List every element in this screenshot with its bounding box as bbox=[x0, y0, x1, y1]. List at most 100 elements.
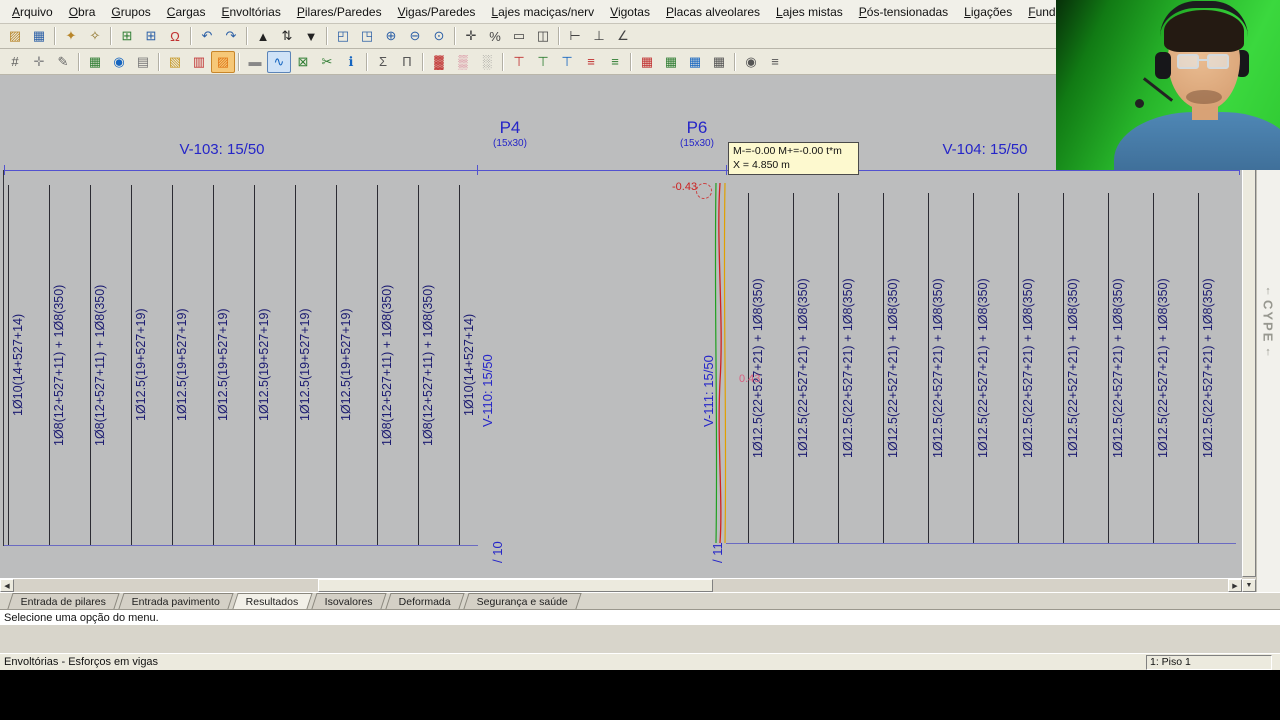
beam-errors-icon[interactable]: ▨ bbox=[211, 50, 235, 73]
column-p4-name: P4 bbox=[499, 118, 521, 137]
menu-envoltorias[interactable]: Envoltórias bbox=[213, 3, 288, 21]
zoom-in-icon[interactable]: ⊕ bbox=[379, 25, 403, 47]
toolbar-separator bbox=[190, 27, 192, 45]
tab-isovalores[interactable]: Isovalores bbox=[311, 593, 387, 609]
envelopes-wave-icon[interactable]: ∿ bbox=[267, 50, 291, 73]
menu-ligacoes[interactable]: Ligações bbox=[956, 3, 1020, 21]
t-section-red-icon[interactable]: ⊤ bbox=[507, 51, 531, 73]
rebar-line bbox=[928, 193, 929, 543]
undo-icon[interactable]: ↶ bbox=[195, 25, 219, 47]
pan-icon[interactable]: ✛ bbox=[459, 25, 483, 47]
drop-tool-icon[interactable]: ◉ bbox=[107, 51, 131, 73]
grid-red-icon[interactable]: ▦ bbox=[635, 51, 659, 73]
section-solid-icon[interactable]: ▓ bbox=[427, 51, 451, 73]
menu-lajes-mistas[interactable]: Lajes mistas bbox=[768, 3, 851, 21]
floor-indicator[interactable]: 1: Piso 1 bbox=[1146, 655, 1272, 670]
floor-grid-icon[interactable]: # bbox=[3, 51, 27, 73]
rebar-label: 1Ø12.5(22+527+21) + 1Ø8(350) bbox=[931, 278, 945, 458]
rebar-label: 1Ø12.5(22+527+21) + 1Ø8(350) bbox=[841, 278, 855, 458]
configuration-icon[interactable]: ✧ bbox=[83, 25, 107, 47]
scale-percent-icon[interactable]: % bbox=[483, 25, 507, 47]
perpendicular-icon[interactable]: ⊥ bbox=[587, 25, 611, 47]
tab-entrada-de-pilares[interactable]: Entrada de pilares bbox=[7, 593, 120, 609]
rebar-label: 1Ø12.5(22+527+21) + 1Ø8(350) bbox=[1201, 278, 1215, 458]
grid-green-icon[interactable]: ▦ bbox=[659, 51, 683, 73]
toolbar-separator bbox=[502, 52, 504, 71]
deck-red-icon[interactable]: ≡ bbox=[579, 51, 603, 73]
horizontal-scrollbar[interactable]: ◀ ▶ bbox=[0, 578, 1242, 592]
beam-red-icon[interactable]: ▥ bbox=[187, 51, 211, 73]
tab-entrada-pavimento[interactable]: Entrada pavimento bbox=[118, 593, 234, 609]
glasses-bridge bbox=[1199, 59, 1207, 61]
beam-table-icon[interactable]: ⊞ bbox=[139, 25, 163, 47]
horizontal-scroll-thumb[interactable] bbox=[318, 579, 713, 592]
status-hint-text: Selecione uma opção do menu. bbox=[4, 611, 159, 624]
moment-envelope-curves bbox=[714, 182, 727, 544]
measure-angle-icon[interactable]: ∠ bbox=[611, 25, 635, 47]
menu-placas-alveolares[interactable]: Placas alveolares bbox=[658, 3, 768, 21]
sheet-icon[interactable]: ▤ bbox=[131, 51, 155, 73]
menu-vigas-paredes[interactable]: Vigas/Paredes bbox=[390, 3, 484, 21]
dual-window-icon[interactable]: ◫ bbox=[531, 25, 555, 47]
menu-pos-tensionadas[interactable]: Pós-tensionadas bbox=[851, 3, 956, 21]
zoom-previous-icon[interactable]: ⊙ bbox=[427, 25, 451, 47]
section-medium-icon[interactable]: ▒ bbox=[451, 51, 475, 73]
rebar-line bbox=[838, 193, 839, 543]
moment-positive-value: 0.43 bbox=[739, 373, 761, 385]
steel-pi-icon[interactable]: Π bbox=[395, 51, 419, 73]
green-table-icon[interactable]: ▦ bbox=[83, 51, 107, 73]
menu-obra[interactable]: Obra bbox=[61, 3, 104, 21]
open-obra-icon[interactable]: ▨ bbox=[3, 25, 27, 47]
tab-seguranca-e-saude[interactable]: Segurança e saúde bbox=[463, 593, 582, 609]
menu-grupos[interactable]: Grupos bbox=[103, 3, 158, 21]
t-section-green-icon[interactable]: ⊤ bbox=[531, 51, 555, 73]
deck-green-icon[interactable]: ≡ bbox=[603, 51, 627, 73]
toolbar-separator bbox=[734, 52, 736, 71]
ortho-icon[interactable]: ⊢ bbox=[563, 25, 587, 47]
menu-arquivo[interactable]: Arquivo bbox=[4, 3, 61, 21]
view-eye-icon[interactable]: ◉ bbox=[739, 51, 763, 73]
tab-resultados[interactable]: Resultados bbox=[232, 593, 313, 609]
crop-beam-icon[interactable]: ✂ bbox=[315, 51, 339, 73]
resources-icon[interactable]: ✦ bbox=[59, 25, 83, 47]
info-icon[interactable]: ℹ bbox=[339, 51, 363, 73]
scroll-left-button[interactable]: ◀ bbox=[0, 579, 14, 592]
app-window: Arquivo Obra Grupos Cargas Envoltórias Pilare… bbox=[0, 0, 1280, 720]
layer-list-icon[interactable]: ≡ bbox=[763, 51, 787, 73]
menu-cargas[interactable]: Cargas bbox=[159, 3, 214, 21]
move-updown-icon[interactable]: ⇅ bbox=[275, 25, 299, 47]
rebar-label: 1Ø12.5(22+527+21) + 1Ø8(350) bbox=[1156, 278, 1170, 458]
toolbar-separator bbox=[78, 52, 80, 71]
save-obra-icon[interactable]: ▦ bbox=[27, 25, 51, 47]
edit-pen-icon[interactable]: ✎ bbox=[51, 51, 75, 73]
redo-icon[interactable]: ↷ bbox=[219, 25, 243, 47]
toolbar-separator bbox=[366, 52, 368, 71]
reference-axes-icon[interactable]: ✛ bbox=[27, 51, 51, 73]
menu-vigotas[interactable]: Vigotas bbox=[602, 3, 658, 21]
scroll-right-button[interactable]: ▶ bbox=[1228, 579, 1242, 592]
column-table-icon[interactable]: ⊞ bbox=[115, 25, 139, 47]
menu-pilares-paredes[interactable]: Pilares/Paredes bbox=[289, 3, 390, 21]
beam-yellow-icon[interactable]: ▧ bbox=[163, 51, 187, 73]
menu-lajes-macicas-nerv[interactable]: Lajes maciças/nerv bbox=[483, 3, 602, 21]
grid-dark-icon[interactable]: ▦ bbox=[707, 51, 731, 73]
zoom-window-icon[interactable]: ◰ bbox=[331, 25, 355, 47]
steel-sigma-icon[interactable]: Σ bbox=[371, 51, 395, 73]
check-green-icon[interactable]: ⊠ bbox=[291, 51, 315, 73]
scroll-down-button[interactable]: ▼ bbox=[1242, 579, 1256, 592]
section-light-icon[interactable]: ░ bbox=[475, 51, 499, 73]
rebar-label: 1Ø12.5(22+527+21) + 1Ø8(350) bbox=[751, 278, 765, 458]
zoom-extents-icon[interactable]: ◳ bbox=[355, 25, 379, 47]
rebar-line bbox=[973, 193, 974, 543]
grid-blue-icon[interactable]: ▦ bbox=[683, 51, 707, 73]
tooltip-position-line: X = 4.850 m bbox=[733, 158, 790, 171]
tab-deformada[interactable]: Deformada bbox=[385, 593, 465, 609]
dropdown-icon[interactable]: ▼ bbox=[299, 25, 323, 47]
zoom-out-icon[interactable]: ⊖ bbox=[403, 25, 427, 47]
loads-omega-icon[interactable]: Ω bbox=[163, 25, 187, 47]
rebar-label: 1Ø12.5(22+527+21) + 1Ø8(350) bbox=[1021, 278, 1035, 458]
full-window-icon[interactable]: ▭ bbox=[507, 25, 531, 47]
bars-gray-icon[interactable]: ▬ bbox=[243, 51, 267, 73]
select-arrow-icon[interactable]: ▲ bbox=[251, 25, 275, 47]
t-section-blue-icon[interactable]: ⊤ bbox=[555, 51, 579, 73]
